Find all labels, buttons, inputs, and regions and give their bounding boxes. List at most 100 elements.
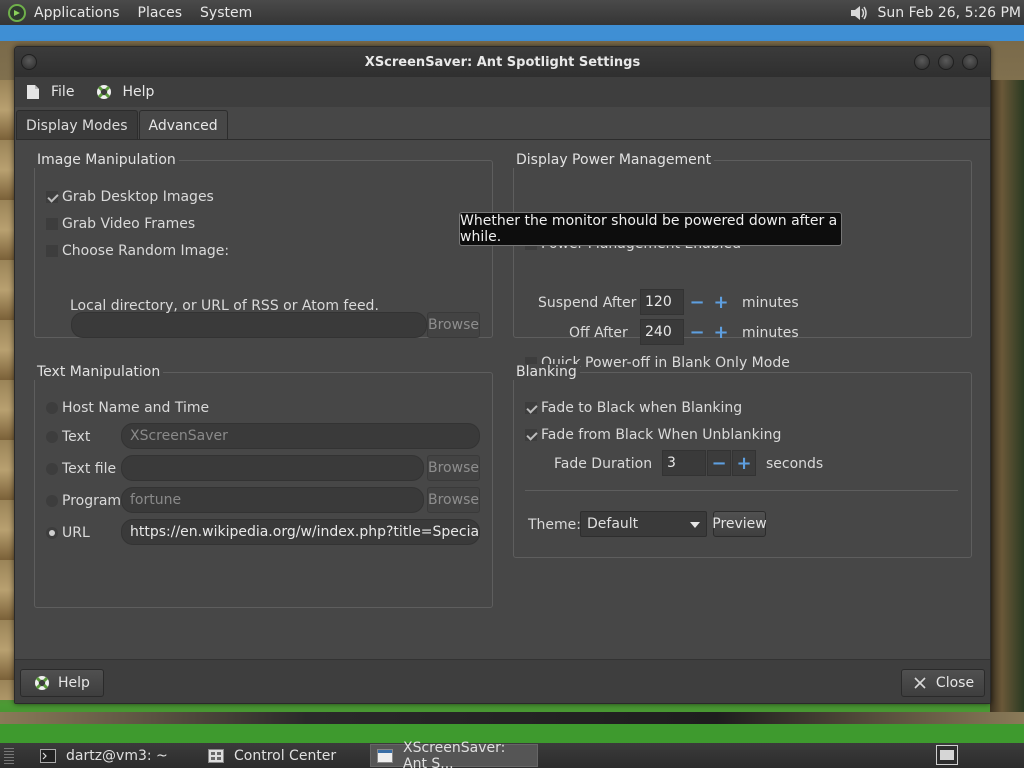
host-name-label: Host Name and Time [62,400,210,416]
desktop-wallpaper-left [0,80,14,700]
help-button[interactable]: Help [20,669,104,697]
theme-label: Theme: [528,517,582,533]
close-icon [912,675,928,691]
grab-desktop-row[interactable]: Grab Desktop Images [46,189,214,205]
fade-from-black-checkbox[interactable] [525,429,537,441]
text-file-browse-button[interactable]: Browse [427,455,480,481]
text-file-radio[interactable] [46,463,58,475]
blanking-title: Blanking [513,364,580,380]
text-file-row[interactable]: Text file [46,461,116,477]
applications-menu-icon[interactable] [8,3,26,22]
program-radio[interactable] [46,495,58,507]
chevron-down-icon [690,516,700,532]
program-label: Program [62,493,122,509]
tab-strip: Display Modes Advanced [16,110,229,140]
fade-duration-decrement-button[interactable]: − [707,450,731,476]
task-terminal-label: dartz@vm3: ~ [66,747,168,764]
fade-to-black-row[interactable]: Fade to Black when Blanking [525,400,742,416]
suspend-after-decrement-button[interactable]: − [685,289,709,315]
help-button-label: Help [58,675,90,691]
window-minimize-button[interactable] [914,54,930,70]
window-maximize-button[interactable] [938,54,954,70]
theme-select-value: Default [587,516,639,532]
off-after-increment-button[interactable]: + [709,319,733,345]
system-menu[interactable]: System [200,5,252,21]
suspend-after-increment-button[interactable]: + [709,289,733,315]
task-control-center[interactable]: Control Center [202,744,368,767]
fade-to-black-checkbox[interactable] [525,402,537,414]
fade-seconds-label: seconds [766,456,824,472]
task-xscreensaver-label: XScreenSaver: Ant S... [403,739,506,768]
task-control-center-label: Control Center [234,747,337,764]
clock[interactable]: Sun Feb 26, 5:26 PM [878,5,1021,21]
choose-random-row[interactable]: Choose Random Image: [46,243,229,259]
top-panel: Applications Places System Sun Feb 26, 5… [0,0,1024,25]
text-radio[interactable] [46,431,58,443]
suspend-after-spin-input[interactable]: 120 [640,289,684,315]
window-close-button[interactable] [962,54,978,70]
fade-duration-spin-input[interactable]: 3 [662,450,706,476]
url-radio[interactable] [46,527,58,539]
grab-desktop-label: Grab Desktop Images [62,189,214,205]
random-image-path-input[interactable] [71,312,427,338]
file-menu-label: File [51,84,75,100]
text-label: Text [62,429,91,445]
close-button[interactable]: Close [901,669,985,697]
task-terminal[interactable]: dartz@vm3: ~ [34,744,200,767]
theme-preview-button[interactable]: Preview [712,511,767,537]
help-lifebuoy-icon [96,84,112,100]
bottom-taskbar: dartz@vm3: ~ Control Center XScreenSaver… [0,740,1024,768]
random-image-browse-button[interactable]: Browse [427,312,480,338]
grab-video-row[interactable]: Grab Video Frames [46,216,195,232]
fade-duration-label: Fade Duration [554,456,653,472]
tab-advanced[interactable]: Advanced [138,110,228,140]
grab-desktop-checkbox[interactable] [46,191,58,203]
window-title: XScreenSaver: Ant Spotlight Settings [364,54,641,70]
show-desktop-button[interactable] [936,745,958,765]
applications-menu[interactable]: Applications [34,5,120,21]
fade-duration-increment-button[interactable]: + [732,450,756,476]
places-menu[interactable]: Places [138,5,183,21]
taskbar-drag-handle[interactable] [4,748,14,764]
file-menu[interactable]: File [25,84,74,100]
program-input[interactable]: fortune [121,487,424,513]
power-management-tooltip: Whether the monitor should be powered do… [459,212,842,246]
fade-to-black-label: Fade to Black when Blanking [541,400,743,416]
window-titlebar[interactable]: XScreenSaver: Ant Spotlight Settings [15,47,990,77]
text-input[interactable]: XScreenSaver [121,423,480,449]
task-xscreensaver[interactable]: XScreenSaver: Ant S... [370,740,538,768]
window-menu-button[interactable] [21,54,37,70]
url-label: URL [62,525,90,541]
host-name-radio[interactable] [46,402,58,414]
host-name-row[interactable]: Host Name and Time [46,400,209,416]
choose-random-checkbox[interactable] [46,245,58,257]
dialog-button-bar: Help Close [15,659,990,703]
theme-select[interactable]: Default [580,511,707,537]
tab-display-modes[interactable]: Display Modes [16,110,138,140]
blanking-separator [525,490,958,491]
off-after-spin-input[interactable]: 240 [640,319,684,345]
help-menu[interactable]: Help [96,84,154,100]
text-row[interactable]: Text [46,429,90,445]
suspend-minutes-label: minutes [742,295,799,311]
help-menu-label: Help [122,84,155,100]
url-row[interactable]: URL [46,525,90,541]
grab-video-checkbox[interactable] [46,218,58,230]
program-row[interactable]: Program [46,493,121,509]
suspend-after-label: Suspend After [538,295,637,311]
fade-from-black-label: Fade from Black When Unblanking [541,427,782,443]
volume-icon[interactable] [848,3,870,23]
terminal-icon [40,748,56,763]
text-file-label: Text file [62,461,117,477]
window-icon [377,748,393,763]
off-after-label: Off After [569,325,628,341]
help-lifebuoy-icon [34,675,50,691]
close-button-label: Close [935,675,975,691]
fade-from-black-row[interactable]: Fade from Black When Unblanking [525,427,781,443]
power-management-title: Display Power Management [513,152,715,168]
text-file-input[interactable] [121,455,424,481]
url-input[interactable]: https://en.wikipedia.org/w/index.php?tit… [121,519,480,545]
text-manipulation-title: Text Manipulation [34,364,164,380]
program-browse-button[interactable]: Browse [427,487,480,513]
off-after-decrement-button[interactable]: − [685,319,709,345]
